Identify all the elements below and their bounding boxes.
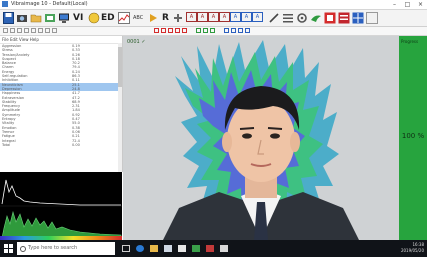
option-icon[interactable] — [203, 28, 208, 33]
option-icon[interactable] — [224, 28, 229, 33]
windows-start-icon[interactable] — [4, 244, 13, 253]
graph-icon[interactable] — [118, 12, 130, 24]
taskbar-search-input[interactable]: Type here to search — [17, 242, 115, 255]
frame-counter: 0001 ✓ — [127, 39, 146, 45]
option-icon[interactable] — [38, 28, 43, 33]
r-button[interactable]: R — [162, 12, 169, 24]
open-folder-icon[interactable] — [30, 12, 42, 24]
mode-badge-group: A A A A A A A — [186, 12, 264, 24]
mode-badge[interactable]: A — [208, 12, 219, 22]
mail-icon[interactable] — [178, 245, 186, 252]
close-button[interactable]: × — [414, 0, 427, 9]
minimize-button[interactable]: – — [388, 0, 401, 9]
app-taskbar-icon[interactable] — [220, 245, 228, 252]
parameter-row[interactable]: Total 0.00 — [0, 143, 122, 147]
record-icon[interactable] — [44, 12, 56, 24]
edge-icon[interactable] — [136, 245, 144, 252]
search-placeholder: Type here to search — [28, 245, 78, 251]
mode-badge[interactable]: A — [219, 12, 230, 22]
play-icon[interactable] — [147, 12, 159, 24]
panel-menu[interactable]: File Edit View Help — [0, 36, 122, 44]
frequency-histogram — [0, 172, 122, 240]
subject-photo — [123, 36, 399, 240]
help-icon[interactable] — [366, 12, 378, 24]
app-taskbar-icon[interactable] — [206, 245, 214, 252]
option-icon[interactable] — [154, 28, 159, 33]
application-screen: Vibraimage 10 - Default(Local) – □ × VI … — [0, 0, 427, 257]
option-icon[interactable] — [175, 28, 180, 33]
bird-icon[interactable] — [310, 12, 322, 24]
ed-button[interactable]: ED — [101, 12, 115, 24]
parameter-panel: File Edit View Help Aggression 0.19 Stress… — [0, 36, 123, 172]
option-icon[interactable] — [168, 28, 173, 33]
app-icon — [2, 1, 8, 7]
option-icon[interactable] — [45, 28, 50, 33]
chart-button-icon[interactable] — [324, 12, 336, 24]
window-title: Vibraimage 10 - Default(Local) — [11, 1, 88, 7]
task-view-icon[interactable] — [122, 245, 130, 252]
option-icon[interactable] — [196, 28, 201, 33]
clock-date: 2019/05/20 — [400, 248, 424, 253]
main-toolbar: VI ED ABC R A A A A A A A — [0, 10, 427, 27]
option-icon[interactable] — [210, 28, 215, 33]
parameter-scrollbar[interactable] — [118, 43, 122, 172]
list-icon[interactable] — [282, 12, 294, 24]
store-icon[interactable] — [164, 245, 172, 252]
option-icon[interactable] — [24, 28, 29, 33]
settings-icon[interactable] — [296, 12, 308, 24]
mode-badge[interactable]: A — [241, 12, 252, 22]
option-icon[interactable] — [161, 28, 166, 33]
monitor-icon[interactable] — [58, 12, 70, 24]
maximize-button[interactable]: □ — [401, 0, 414, 9]
option-icon[interactable] — [52, 28, 57, 33]
title-bar: Vibraimage 10 - Default(Local) – □ × — [0, 0, 427, 10]
mode-badge[interactable]: A — [186, 12, 197, 22]
option-icon[interactable] — [3, 28, 8, 33]
option-icon[interactable] — [31, 28, 36, 33]
parameter-label: Total — [2, 142, 11, 147]
option-icon[interactable] — [17, 28, 22, 33]
option-icon[interactable] — [238, 28, 243, 33]
save-icon[interactable] — [3, 12, 14, 24]
option-icon[interactable] — [245, 28, 250, 33]
search-icon — [20, 246, 26, 252]
parameter-value: 0.00 — [72, 142, 80, 147]
progress-panel: Progress 100 % — [399, 36, 427, 240]
mode-badge[interactable]: A — [197, 12, 208, 22]
system-clock[interactable]: 16:38 2019/05/20 — [401, 242, 424, 254]
option-icon[interactable] — [231, 28, 236, 33]
file-explorer-icon[interactable] — [150, 245, 158, 252]
secondary-toolbar — [0, 27, 427, 36]
abc-button[interactable]: ABC — [133, 12, 143, 24]
grid-icon[interactable] — [352, 12, 364, 24]
option-icon[interactable] — [10, 28, 15, 33]
mode-badge[interactable]: A — [230, 12, 241, 22]
windows-taskbar: Type here to search 16:38 2019/05/20 — [0, 240, 427, 257]
window-controls: – □ × — [388, 0, 427, 9]
mode-badge[interactable]: A — [252, 12, 263, 22]
parameter-list: Aggression 0.19 Stress 0.33 Tension/Anxiety 0… — [0, 44, 122, 147]
vi-button[interactable]: VI — [73, 12, 83, 24]
tool-icon[interactable] — [172, 12, 184, 24]
app-taskbar-icon[interactable] — [192, 245, 200, 252]
report-icon[interactable] — [338, 12, 350, 24]
camera-icon[interactable] — [16, 12, 28, 24]
progress-label: Progress — [401, 39, 419, 44]
progress-value: 100 % — [401, 132, 425, 140]
video-frame[interactable]: 0001 ✓ — [123, 36, 399, 240]
option-icon[interactable] — [182, 28, 187, 33]
pen-icon[interactable] — [268, 12, 280, 24]
emotion-icon[interactable] — [88, 12, 100, 24]
